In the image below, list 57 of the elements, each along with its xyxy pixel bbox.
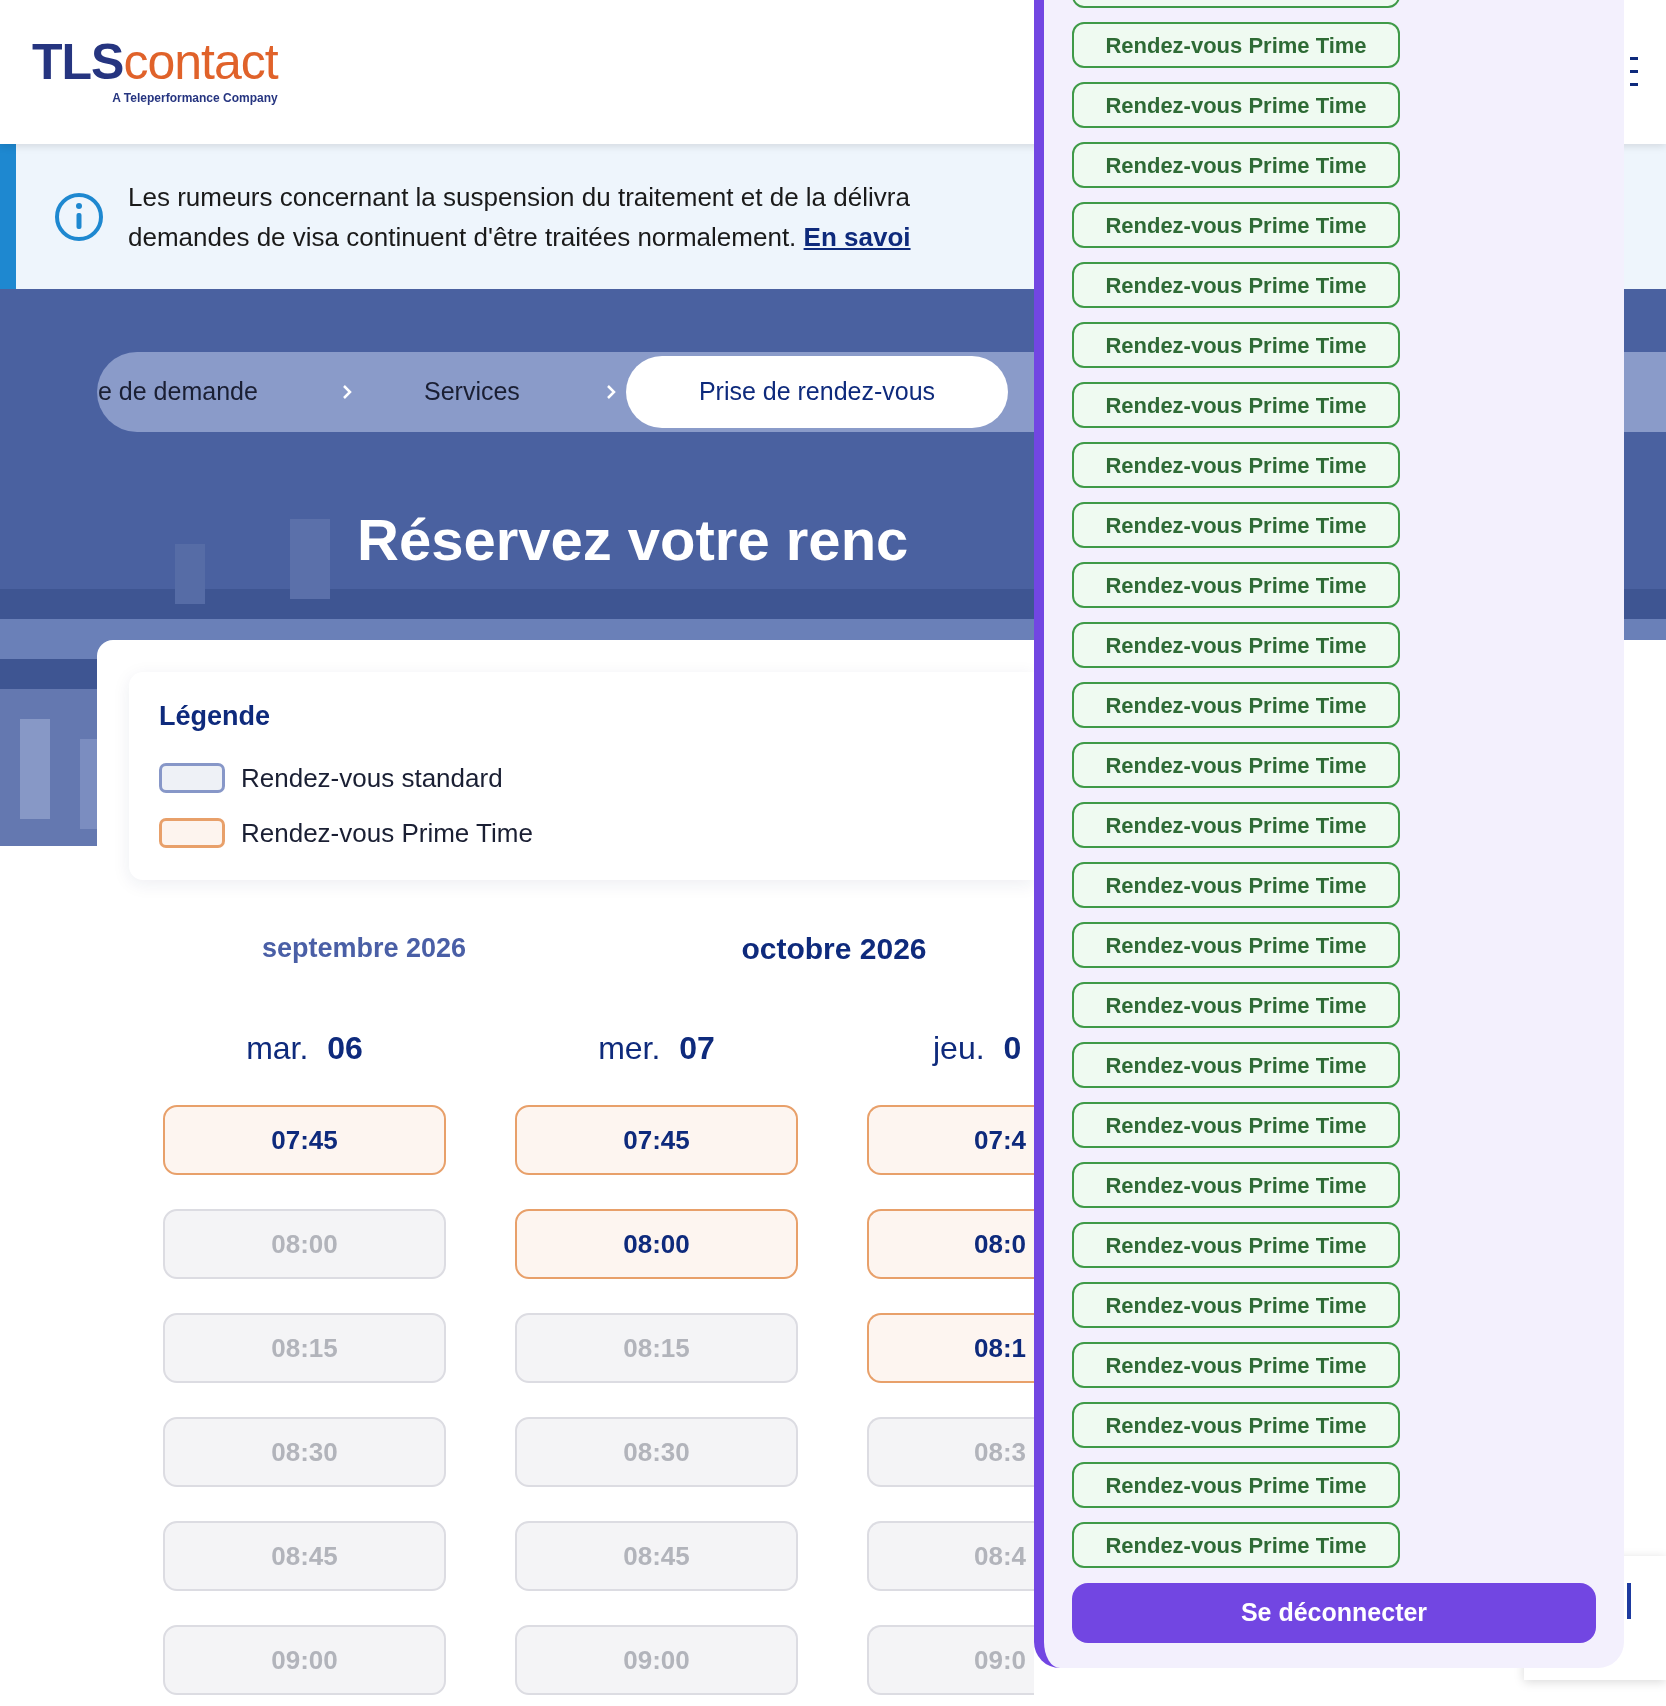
legend-swatch — [159, 763, 225, 793]
prime-time-tag: Rendez-vous Prime Time — [1072, 742, 1400, 788]
learn-more-link[interactable]: En savoi — [803, 221, 911, 252]
day-label: mar. 06 — [246, 1030, 363, 1066]
logo[interactable]: TLScontact — [32, 37, 278, 87]
prime-time-tag: Rendez-vous Prime Time — [1072, 1402, 1400, 1448]
info-icon — [54, 191, 104, 242]
prime-time-tag: Rendez-vous Prime Time — [1072, 622, 1400, 668]
prime-time-tag: Rendez-vous Prime Time — [1072, 562, 1400, 608]
prime-time-tag: Rendez-vous Prime Time — [1072, 682, 1400, 728]
day-label: mer. 07 — [598, 1030, 715, 1066]
prime-time-tag: Rendez-vous Prime Time — [1072, 1162, 1400, 1208]
prime-time-tag: Rendez-vous Prime Time — [1072, 1282, 1400, 1328]
prime-time-tag: Rendez-vous Prime Time — [1072, 982, 1400, 1028]
month-label[interactable]: septembre 2026 — [261, 932, 467, 963]
legend-label: Rendez-vous Prime Time — [241, 816, 533, 850]
prime-time-tag: Rendez-vous Prime Time — [1072, 82, 1400, 128]
time-slot[interactable]: 08:0 — [867, 1209, 1034, 1279]
prime-time-tag: Rendez-vous Prime Time — [1072, 322, 1400, 368]
prime-time-tag: Rendez-vous Prime Time — [1072, 1342, 1400, 1388]
prime-time-tag: Rendez-vous Prime Time — [1072, 1462, 1400, 1508]
chevron-icon — [340, 383, 354, 401]
prime-time-tag: Rendez-vous Prime Time — [1072, 202, 1400, 248]
time-slot[interactable]: 08:1 — [867, 1313, 1034, 1383]
prime-time-tag: Rendez-vous Prime Time — [1072, 382, 1400, 428]
prime-time-tag: Rendez-vous Prime Time — [1072, 1222, 1400, 1268]
notice-text: demandes de visa continuent d'être traitées normalement. — [128, 221, 797, 252]
time-slot[interactable]: 07:45 — [163, 1105, 446, 1175]
legend-label: Rendez-vous standard — [241, 761, 503, 795]
legend-title: Légende — [159, 700, 272, 733]
prime-time-tag: Rendez-vous Prime Time — [1072, 442, 1400, 488]
prime-time-tag: Rendez-vous Prime Time — [1072, 1522, 1400, 1568]
prime-time-tag: Rendez-vous Prime Time — [1072, 22, 1400, 68]
prime-time-tag: Rendez-vous Prime Time — [1072, 862, 1400, 908]
prime-time-tag: Rendez-vous Prime Time — [1072, 922, 1400, 968]
time-slot[interactable]: 07:4 — [867, 1105, 1034, 1175]
prime-time-tag: Rendez-vous Prime Time — [1072, 1042, 1400, 1088]
chevron-icon — [604, 383, 618, 401]
prime-time-tag: Rendez-vous Prime Time — [1072, 802, 1400, 848]
legend-swatch — [159, 818, 225, 848]
month-label[interactable]: octobre 2026 — [741, 931, 927, 965]
breadcrumb-step[interactable]: Services — [424, 373, 584, 411]
accent-bar — [1627, 1583, 1631, 1619]
breadcrumb-step[interactable]: Prise de rendez-vous — [626, 356, 1008, 428]
logo-tagline: A Teleperformance Company — [111, 90, 278, 107]
logout-button[interactable]: Se déconnecter — [1072, 1583, 1596, 1643]
notice-text: Les rumeurs concernant la suspension du traitement et de la délivra — [128, 181, 910, 212]
prime-time-tag: Rendez-vous Prime Time — [1072, 142, 1400, 188]
menu-icon[interactable] — [1630, 57, 1640, 87]
prime-time-tag: Rendez-vous Prime Time — [1072, 502, 1400, 548]
page-title: Réservez votre renc — [357, 506, 909, 574]
day-label: jeu. 0 — [933, 1030, 1022, 1066]
time-slot[interactable]: 08:00 — [515, 1209, 798, 1279]
breadcrumb-step[interactable]: e de demande — [98, 373, 340, 411]
prime-time-tag: Rendez-vous Prime Time — [1072, 262, 1400, 308]
prime-time-tag: Rendez-vous Prime Time — [1072, 1102, 1400, 1148]
time-slot[interactable]: 07:45 — [515, 1105, 798, 1175]
